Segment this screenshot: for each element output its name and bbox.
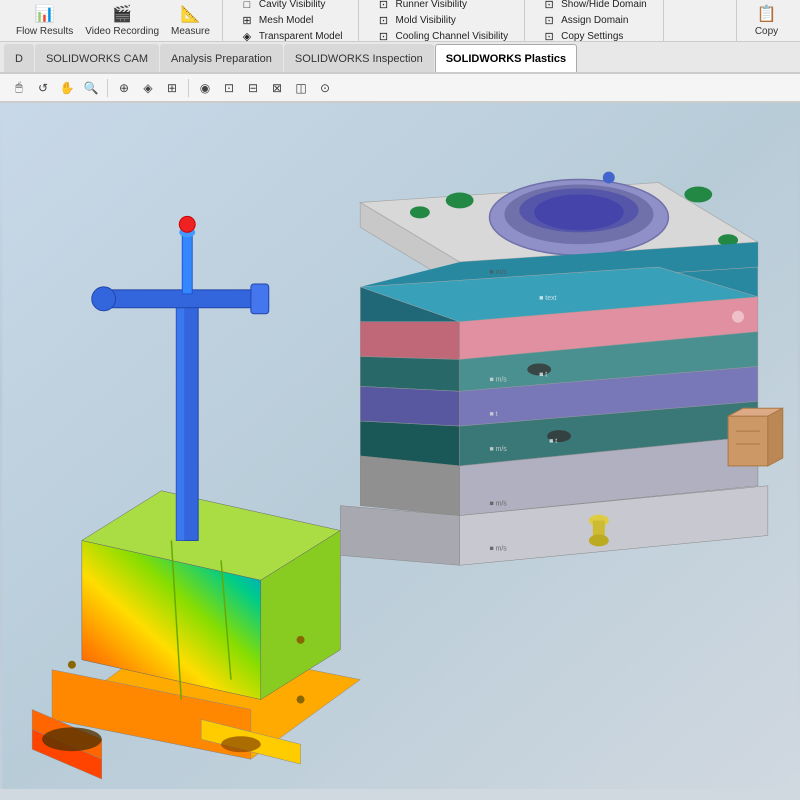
tab-solidworks-inspection[interactable]: SOLIDWORKS Inspection — [284, 44, 434, 72]
mold-icon: ⊡ — [375, 14, 391, 28]
svg-text:■ t: ■ t — [549, 438, 557, 445]
svg-text:■ text: ■ text — [539, 295, 556, 302]
fit-all-icon-btn[interactable]: ⊕ — [113, 77, 135, 99]
svg-text:■ m/s: ■ m/s — [489, 269, 507, 276]
tab-analysis-preparation-label: Analysis Preparation — [171, 53, 272, 65]
copy-icon: 📋 — [757, 4, 777, 24]
flow-results-icon: 📊 — [35, 4, 55, 24]
cavity-icon: □ — [239, 0, 255, 12]
tab-solidworks-plastics[interactable]: SOLIDWORKS Plastics — [435, 44, 577, 72]
mold-visibility-item[interactable]: ⊡ Mold Visibility — [371, 13, 512, 29]
measure-icon: 📐 — [181, 4, 201, 24]
tab-d-label: D — [15, 53, 23, 65]
viewport-svg: ■ text ■ t ■ t — [0, 103, 800, 789]
zoom-icon-btn[interactable]: 🔍 — [80, 77, 102, 99]
copy-settings-icon: ⊡ — [541, 30, 557, 44]
mesh-icon: ⊞ — [239, 14, 255, 28]
icon-toolbar: 🖱 ↺ ✋ 🔍 ⊕ ◈ ⊞ ◉ ⊡ ⊟ ⊠ ◫ ⊙ — [0, 74, 800, 102]
measure-label: Measure — [171, 26, 210, 37]
video-recording-icon: 🎬 — [112, 4, 132, 24]
copy-settings-item[interactable]: ⊡ Copy Settings — [537, 29, 651, 45]
display-icon-btn[interactable]: ⊞ — [161, 77, 183, 99]
cooling-channel-visibility-item[interactable]: ⊡ Cooling Channel Visibility — [371, 29, 512, 45]
cavity-visibility-item[interactable]: □ Cavity Visibility — [235, 0, 347, 13]
icon-separator-1 — [107, 79, 108, 97]
video-recording-label: Video Recording — [85, 26, 159, 37]
tab-solidworks-cam[interactable]: SOLIDWORKS CAM — [35, 44, 159, 72]
mold-visibility-label: Mold Visibility — [395, 15, 455, 26]
visibility-menu-items: □ Cavity Visibility ⊞ Mesh Model ◈ Trans… — [229, 0, 353, 47]
rotate-icon-btn[interactable]: ↺ — [32, 77, 54, 99]
show-hide-domain-item[interactable]: ⊡ Show/Hide Domain — [537, 0, 651, 13]
runner-toolbar-group: ⊡ Runner Visibility ⊡ Mold Visibility ⊡ … — [359, 0, 525, 41]
svg-text:■ m/s: ■ m/s — [489, 376, 507, 383]
assign-domain-icon: ⊡ — [541, 14, 557, 28]
transparent-icon: ◈ — [239, 30, 255, 44]
copy-settings-label: Copy Settings — [561, 31, 623, 42]
icon-separator-2 — [188, 79, 189, 97]
left-toolbar-group: 📊 Flow Results 🎬 Video Recording 📐 Measu… — [4, 0, 223, 41]
mesh-model-label: Mesh Model — [259, 15, 313, 26]
tab-solidworks-cam-label: SOLIDWORKS CAM — [46, 53, 148, 65]
transparent-model-item[interactable]: ◈ Transparent Model — [235, 29, 347, 45]
cooling-icon: ⊡ — [375, 30, 391, 44]
cursor-icon-btn[interactable]: 🖱 — [8, 77, 30, 99]
toolbar-area: 📊 Flow Results 🎬 Video Recording 📐 Measu… — [0, 0, 800, 103]
measure-button[interactable]: 📐 Measure — [165, 2, 216, 39]
runner-visibility-label: Runner Visibility — [395, 0, 467, 10]
svg-text:■ m/s: ■ m/s — [489, 501, 507, 508]
camera-icon-btn[interactable]: ◫ — [290, 77, 312, 99]
appearance-icon-btn[interactable]: ⊠ — [266, 77, 288, 99]
model-display-icon-btn[interactable]: ⊡ — [218, 77, 240, 99]
transparent-model-label: Transparent Model — [259, 31, 343, 42]
show-domain-icon: ⊡ — [541, 0, 557, 12]
tab-solidworks-plastics-label: SOLIDWORKS Plastics — [446, 53, 566, 65]
svg-text:■ m/s: ■ m/s — [489, 545, 507, 552]
video-recording-button[interactable]: 🎬 Video Recording — [79, 2, 165, 39]
visibility-toolbar-group: □ Cavity Visibility ⊞ Mesh Model ◈ Trans… — [223, 0, 360, 41]
cavity-visibility-label: Cavity Visibility — [259, 0, 326, 10]
cooling-channel-label: Cooling Channel Visibility — [395, 31, 508, 42]
mesh-model-item[interactable]: ⊞ Mesh Model — [235, 13, 347, 29]
copy-button[interactable]: 📋 Copy — [736, 0, 796, 41]
section-view-icon-btn[interactable]: ◉ — [194, 77, 216, 99]
show-hide-domain-label: Show/Hide Domain — [561, 0, 647, 10]
domain-toolbar-group: ⊡ Show/Hide Domain ⊡ Assign Domain ⊡ Cop… — [525, 0, 664, 41]
flow-results-button[interactable]: 📊 Flow Results — [10, 2, 79, 39]
main-viewport[interactable]: ■ text ■ t ■ t — [0, 103, 800, 789]
svg-text:■ m/s: ■ m/s — [489, 446, 507, 453]
hide-show-icon-btn[interactable]: ⊟ — [242, 77, 264, 99]
view-icon-btn[interactable]: ◈ — [137, 77, 159, 99]
tab-analysis-preparation[interactable]: Analysis Preparation — [160, 44, 283, 72]
runner-icon: ⊡ — [375, 0, 391, 12]
assign-domain-label: Assign Domain — [561, 15, 628, 26]
svg-text:■ t: ■ t — [489, 411, 497, 418]
copy-label: Copy — [755, 26, 778, 37]
lights-icon-btn[interactable]: ⊙ — [314, 77, 336, 99]
assign-domain-item[interactable]: ⊡ Assign Domain — [537, 13, 651, 29]
svg-text:■ t: ■ t — [539, 371, 547, 378]
domain-menu-items: ⊡ Show/Hide Domain ⊡ Assign Domain ⊡ Cop… — [531, 0, 657, 47]
tab-d[interactable]: D — [4, 44, 34, 72]
tab-solidworks-inspection-label: SOLIDWORKS Inspection — [295, 53, 423, 65]
flow-results-label: Flow Results — [16, 26, 73, 37]
runner-menu-items: ⊡ Runner Visibility ⊡ Mold Visibility ⊡ … — [365, 0, 518, 47]
tab-row: D SOLIDWORKS CAM Analysis Preparation SO… — [0, 42, 800, 74]
runner-visibility-item[interactable]: ⊡ Runner Visibility — [371, 0, 512, 13]
pan-icon-btn[interactable]: ✋ — [56, 77, 78, 99]
toolbar-row1: 📊 Flow Results 🎬 Video Recording 📐 Measu… — [0, 0, 800, 42]
